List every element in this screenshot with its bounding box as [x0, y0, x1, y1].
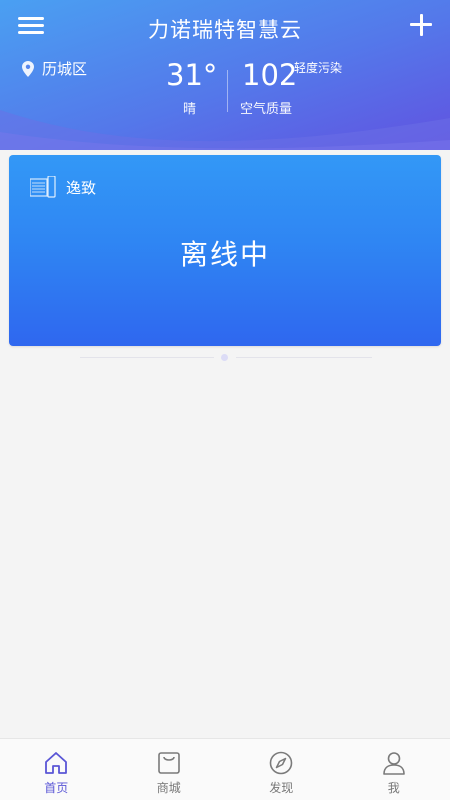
nav-label-home: 首页: [44, 781, 69, 795]
temperature: 31°: [166, 58, 218, 92]
location[interactable]: 历城区: [22, 58, 87, 79]
page-indicator-line: [236, 357, 372, 358]
nav-label-shop: 商城: [156, 781, 181, 795]
bottom-nav: 首页 商城 发现 我: [0, 738, 450, 800]
nav-label-discover: 发现: [269, 781, 294, 795]
nav-item-shop[interactable]: 商城: [113, 739, 226, 800]
page-indicator-dot[interactable]: [221, 354, 228, 361]
home-icon: [45, 752, 68, 774]
device-status: 离线中: [179, 238, 270, 271]
nav-item-discover[interactable]: 发现: [225, 739, 338, 800]
aqi-label: 空气质量: [240, 102, 293, 117]
add-icon[interactable]: [408, 12, 434, 38]
aqi-value: 102: [242, 58, 298, 92]
divider: [227, 70, 228, 112]
weather-condition: 晴: [183, 102, 197, 117]
location-pin-icon: [22, 60, 34, 77]
shop-bag-icon: [157, 752, 180, 774]
header: 力诺瑞特智慧云 历城区 31° 晴 102 轻度污染 空气质量: [0, 0, 450, 150]
page-indicator-line: [80, 357, 214, 358]
device-card[interactable]: 逸致 离线中: [9, 155, 441, 346]
aqi-level: 轻度污染: [294, 61, 343, 75]
nav-item-me[interactable]: 我: [338, 739, 450, 800]
device-name: 逸致: [66, 179, 97, 197]
app-title: 力诺瑞特智慧云: [148, 18, 302, 42]
nav-label-me: 我: [387, 781, 400, 795]
user-icon: [382, 752, 405, 775]
compass-icon: [269, 751, 293, 775]
nav-item-home[interactable]: 首页: [0, 739, 113, 800]
page-indicator: [80, 352, 372, 362]
water-heater-icon: [30, 176, 56, 198]
location-label: 历城区: [42, 60, 88, 78]
